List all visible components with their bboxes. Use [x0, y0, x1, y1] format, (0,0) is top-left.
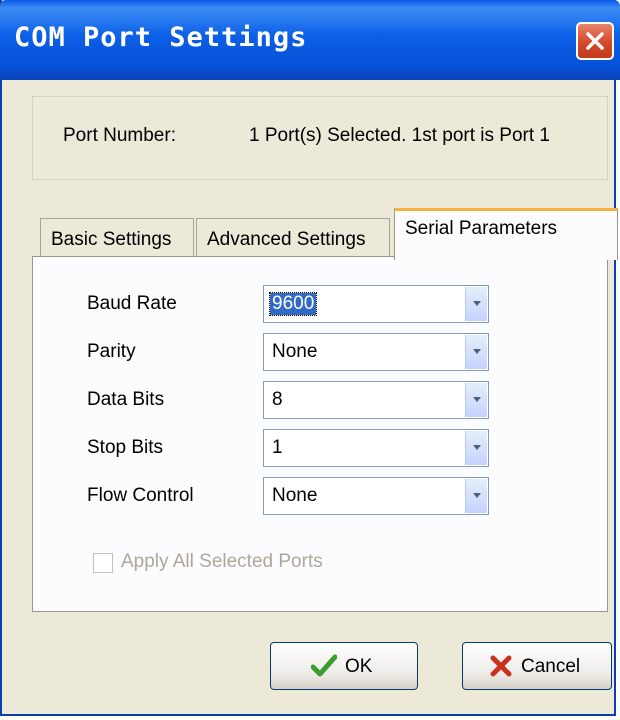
chevron-down-icon — [473, 493, 481, 498]
flow-control-value: None — [272, 485, 318, 506]
tab-serial-parameters[interactable]: Serial Parameters — [394, 208, 618, 260]
checkmark-icon — [311, 654, 337, 677]
close-icon — [586, 32, 604, 50]
parity-row: Parity None — [33, 333, 607, 371]
baud-rate-row: Baud Rate 9600 — [33, 285, 607, 323]
stop-bits-row: Stop Bits 1 — [33, 429, 607, 467]
flow-control-row: Flow Control None — [33, 477, 607, 515]
window-title: COM Port Settings — [14, 22, 308, 53]
port-number-value: 1 Port(s) Selected. 1st port is Port 1 — [249, 125, 550, 146]
chevron-down-icon — [473, 349, 481, 354]
cancel-label: Cancel — [521, 656, 581, 677]
baud-rate-label: Baud Rate — [87, 293, 177, 314]
cancel-button[interactable]: Cancel — [462, 642, 612, 690]
parity-select[interactable]: None — [263, 333, 489, 371]
parity-dropdown-button[interactable] — [465, 335, 487, 369]
tab-advanced-settings[interactable]: Advanced Settings — [196, 218, 390, 258]
flow-control-select[interactable]: None — [263, 477, 489, 515]
parity-label: Parity — [87, 341, 136, 362]
tab-basic-settings[interactable]: Basic Settings — [40, 218, 194, 258]
ok-button[interactable]: OK — [270, 642, 418, 690]
stop-bits-dropdown-button[interactable] — [465, 431, 487, 465]
ok-label: OK — [345, 656, 373, 677]
port-number-panel: Port Number: 1 Port(s) Selected. 1st por… — [32, 96, 608, 180]
port-number-label: Port Number: — [63, 125, 176, 146]
baud-rate-select[interactable]: 9600 — [263, 285, 489, 323]
data-bits-label: Data Bits — [87, 389, 165, 410]
parity-value: None — [272, 341, 318, 362]
chevron-down-icon — [473, 301, 481, 306]
serial-parameters-panel: Baud Rate 9600 Parity None Data Bits 8 S… — [32, 256, 608, 612]
stop-bits-label: Stop Bits — [87, 437, 164, 458]
x-icon — [490, 655, 512, 677]
chevron-down-icon — [473, 445, 481, 450]
flow-control-label: Flow Control — [87, 485, 194, 506]
baud-rate-value: 9600 — [268, 292, 318, 316]
close-button[interactable] — [576, 22, 614, 60]
apply-all-label: Apply All Selected Ports — [121, 551, 323, 572]
apply-all-checkbox — [93, 553, 113, 573]
chevron-down-icon — [473, 397, 481, 402]
title-bar[interactable]: COM Port Settings — [0, 0, 620, 80]
stop-bits-value: 1 — [272, 437, 283, 458]
stop-bits-select[interactable]: 1 — [263, 429, 489, 467]
data-bits-dropdown-button[interactable] — [465, 383, 487, 417]
data-bits-select[interactable]: 8 — [263, 381, 489, 419]
flow-control-dropdown-button[interactable] — [465, 479, 487, 513]
com-port-settings-dialog: COM Port Settings Port Number: 1 Port(s)… — [0, 0, 620, 716]
baud-rate-dropdown-button[interactable] — [465, 287, 487, 321]
data-bits-value: 8 — [272, 389, 283, 410]
data-bits-row: Data Bits 8 — [33, 381, 607, 419]
